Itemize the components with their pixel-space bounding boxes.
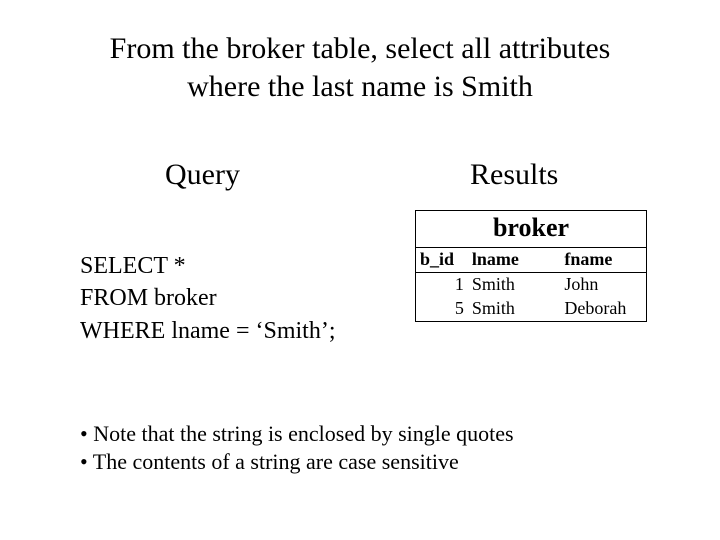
cell-lname: Smith <box>468 297 561 322</box>
results-heading: Results <box>470 158 558 192</box>
note-line-2: • The contents of a string are case sens… <box>80 448 514 476</box>
col-header-bid: b_id <box>416 248 468 273</box>
title-line-2: where the last name is Smith <box>187 70 533 103</box>
results-table-wrap: broker b_id lname fname 1 Smith John 5 S… <box>415 210 647 322</box>
table-row: 1 Smith John <box>416 273 647 298</box>
table-title: broker <box>415 210 647 247</box>
note-line-1: • Note that the string is enclosed by si… <box>80 420 514 448</box>
table-header-row: b_id lname fname <box>416 248 647 273</box>
cell-bid: 1 <box>416 273 468 298</box>
cell-bid: 5 <box>416 297 468 322</box>
notes-block: • Note that the string is enclosed by si… <box>80 420 514 475</box>
cell-fname: John <box>560 273 646 298</box>
title-line-1: From the broker table, select all attrib… <box>110 32 611 65</box>
cell-fname: Deborah <box>560 297 646 322</box>
query-block: SELECT * FROM broker WHERE lname = ‘Smit… <box>80 250 336 347</box>
cell-lname: Smith <box>468 273 561 298</box>
query-line-1: SELECT * <box>80 250 336 282</box>
col-header-fname: fname <box>560 248 646 273</box>
table-row: 5 Smith Deborah <box>416 297 647 322</box>
slide-title: From the broker table, select all attrib… <box>0 30 720 105</box>
query-line-2: FROM broker <box>80 282 336 314</box>
col-header-lname: lname <box>468 248 561 273</box>
results-table: b_id lname fname 1 Smith John 5 Smith De… <box>415 247 647 322</box>
query-heading: Query <box>165 158 240 192</box>
slide: From the broker table, select all attrib… <box>0 0 720 540</box>
query-line-3: WHERE lname = ‘Smith’; <box>80 315 336 347</box>
